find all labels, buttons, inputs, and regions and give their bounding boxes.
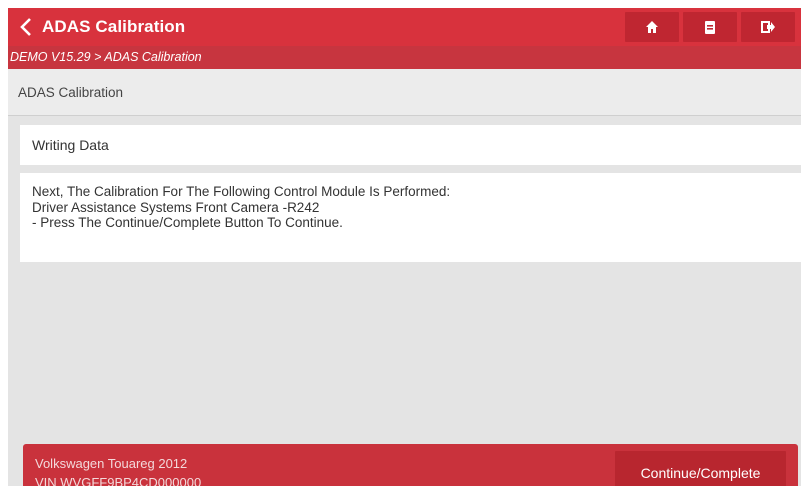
exit-icon xyxy=(760,21,775,33)
page-title: ADAS Calibration xyxy=(42,17,186,36)
footer-bar: Volkswagen Touareg 2012 VIN WVGFF9BP4CD0… xyxy=(23,444,798,486)
app-window: ADAS Calibration DEMO V15.29 > ADAS Cali… xyxy=(8,8,801,486)
print-button[interactable] xyxy=(683,12,737,42)
vin-number: VIN WVGFF9BP4CD000000 xyxy=(35,475,202,486)
message-line: Next, The Calibration For The Following … xyxy=(32,184,451,199)
section-header: ADAS Calibration xyxy=(8,69,801,116)
continue-complete-button[interactable]: Continue/Complete xyxy=(615,451,786,486)
exit-button[interactable] xyxy=(741,12,795,42)
message-line: - Press The Continue/Complete Button To … xyxy=(32,215,343,230)
status-title: Writing Data xyxy=(20,125,801,165)
breadcrumb: DEMO V15.29 > ADAS Calibration xyxy=(8,46,801,69)
print-icon xyxy=(705,20,715,34)
message-panel: Next, The Calibration For The Following … xyxy=(20,173,801,262)
toolbar-buttons xyxy=(625,12,795,42)
message-line: Driver Assistance Systems Front Camera -… xyxy=(32,199,320,215)
chevron-left-icon xyxy=(20,18,31,36)
home-icon xyxy=(646,21,658,33)
title-bar: ADAS Calibration xyxy=(8,8,801,46)
back-button[interactable] xyxy=(16,8,36,46)
vehicle-name: Volkswagen Touareg 2012 xyxy=(35,456,188,471)
breadcrumb-text: DEMO V15.29 > ADAS Calibration xyxy=(10,50,202,64)
vehicle-info: Volkswagen Touareg 2012 VIN WVGFF9BP4CD0… xyxy=(35,454,201,486)
home-button[interactable] xyxy=(625,12,679,42)
